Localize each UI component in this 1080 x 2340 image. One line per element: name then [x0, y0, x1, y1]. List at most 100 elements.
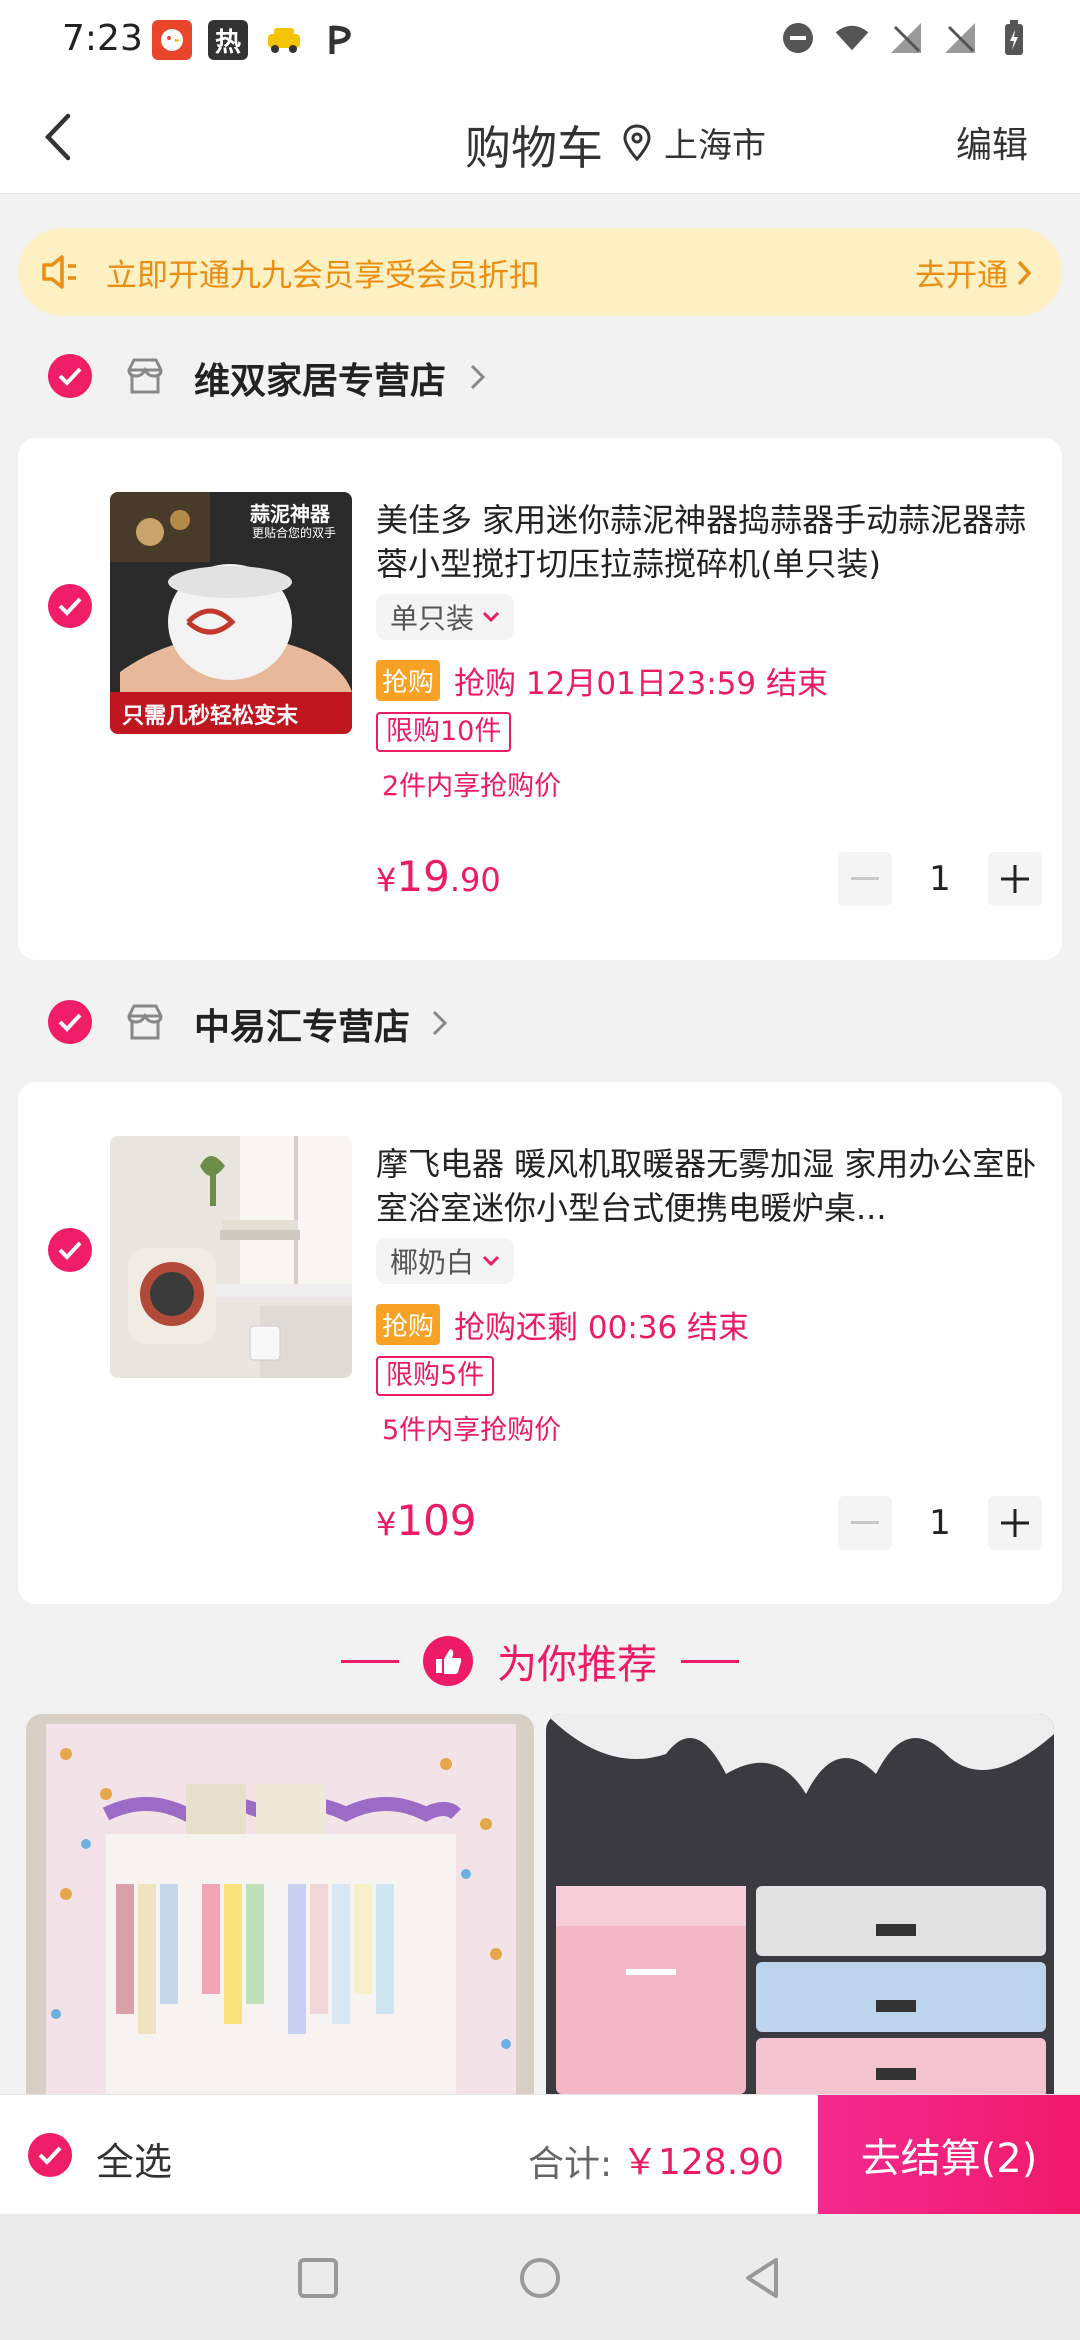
shop-header[interactable]: 中易汇专营店 — [0, 982, 1080, 1062]
speaker-icon — [42, 255, 76, 289]
page-title: 购物车 — [465, 121, 603, 175]
chevron-right-icon — [470, 364, 486, 390]
hot-app-icon: 热 — [208, 20, 248, 60]
shop-checkbox[interactable] — [48, 1000, 92, 1044]
price-currency: ¥ — [376, 861, 397, 899]
app-notification-icon — [152, 20, 192, 60]
discount-hint: 2件内享抢购价 — [382, 771, 562, 802]
store-icon — [127, 358, 163, 394]
quantity-value[interactable]: 1 — [892, 859, 988, 899]
divider-left — [341, 1659, 399, 1663]
member-banner-text: 立即开通九九会员享受会员折扣 — [106, 258, 540, 294]
shop-name[interactable]: 维双家居专营店 — [194, 352, 446, 404]
minus-icon — [851, 1521, 879, 1524]
flash-sale-text: 抢购还剩 00:36 结束 — [454, 1310, 750, 1346]
status-system-icons — [780, 20, 1032, 56]
price-integer: 109 — [396, 1496, 477, 1545]
chevron-right-icon — [1017, 260, 1032, 285]
recommend-title: 为你推荐 — [497, 1642, 657, 1688]
plus-icon — [1001, 1509, 1029, 1537]
shop-name[interactable]: 中易汇专营店 — [194, 998, 410, 1050]
system-nav-bar — [0, 2214, 1080, 2340]
select-all-label[interactable]: 全选 — [96, 2131, 172, 2186]
edit-button[interactable]: 编辑 — [956, 116, 1028, 168]
recommended-product-wardrobe-image[interactable] — [26, 1714, 534, 2094]
image-caption-title: 蒜泥神器 — [250, 502, 330, 526]
p-app-icon — [320, 20, 360, 60]
variant-selector[interactable]: 单只装 — [376, 594, 515, 640]
product-image[interactable]: 蒜泥神器 更贴合您的双手 只需几秒轻松变末 — [110, 492, 352, 734]
flash-sale-row: 抢购 抢购还剩 00:36 结束 — [376, 1302, 749, 1347]
cart-item-card: 蒜泥神器 更贴合您的双手 只需几秒轻松变末 美佳多 家用迷你蒜泥神器捣蒜器手动蒜… — [18, 438, 1062, 960]
store-icon — [127, 1004, 163, 1040]
purchase-limit-badge: 限购5件 — [376, 1356, 495, 1396]
flash-sale-text: 抢购 12月01日23:59 结束 — [454, 666, 828, 702]
decrease-button[interactable] — [838, 1496, 892, 1550]
recommended-product-storage-box-image[interactable] — [546, 1714, 1054, 2094]
divider-right — [681, 1659, 739, 1663]
back-arrow-icon[interactable] — [38, 110, 86, 164]
increase-button[interactable] — [988, 1496, 1042, 1550]
status-bar: 7:23 热 — [0, 0, 1080, 80]
location-label: 上海市 — [664, 126, 766, 166]
status-app-icons: 热 — [152, 20, 360, 60]
back-nav-icon[interactable] — [740, 2256, 784, 2300]
quantity-stepper: 1 — [838, 1496, 1042, 1550]
quantity-stepper: 1 — [838, 852, 1042, 906]
status-time: 7:23 — [62, 18, 143, 59]
activate-member-label: 去开通 — [915, 258, 1008, 294]
cart-item-card: 摩飞电器 暖风机取暖器无雾加湿 家用办公室卧室浴室迷你小型台式便携电暖炉桌...… — [18, 1082, 1062, 1604]
price-decimal: .90 — [449, 861, 501, 899]
plus-icon — [1001, 865, 1029, 893]
check-icon — [58, 597, 82, 616]
item-price: ¥109 — [376, 1496, 477, 1545]
checkout-button[interactable]: 去结算(2) — [818, 2095, 1080, 2215]
dnd-icon — [780, 20, 816, 56]
image-caption-sub: 更贴合您的双手 — [252, 526, 337, 540]
flash-sale-tag: 抢购 — [376, 660, 441, 701]
product-image[interactable] — [110, 1136, 352, 1378]
flash-sale-row: 抢购 抢购 12月01日23:59 结束 — [376, 658, 828, 703]
member-banner[interactable]: 立即开通九九会员享受会员折扣 去开通 — [18, 228, 1062, 316]
battery-icon — [996, 20, 1032, 56]
price-currency: ¥ — [376, 1505, 397, 1543]
product-title[interactable]: 美佳多 家用迷你蒜泥神器捣蒜器手动蒜泥器蒜蓉小型搅打切压拉蒜搅碎机(单只装) — [376, 498, 1056, 586]
home-icon[interactable] — [518, 2256, 562, 2300]
purchase-limit-badge: 限购10件 — [376, 712, 512, 752]
check-icon — [58, 1241, 82, 1260]
location-selector[interactable]: 上海市 — [622, 118, 766, 167]
variant-label: 椰奶白 — [390, 1246, 475, 1279]
wifi-icon — [834, 20, 870, 56]
location-pin-icon — [623, 123, 651, 161]
price-integer: 19 — [396, 852, 450, 901]
recent-apps-icon[interactable] — [296, 2256, 340, 2300]
select-all-checkbox[interactable] — [28, 2133, 72, 2177]
check-icon — [38, 2146, 62, 2165]
total-label: 合计: — [528, 2144, 613, 2185]
header: 购物车 上海市 编辑 — [0, 80, 1080, 194]
signal-2-icon — [942, 20, 978, 56]
chevron-down-icon — [482, 611, 500, 623]
minus-icon — [851, 877, 879, 880]
product-title[interactable]: 摩飞电器 暖风机取暖器无雾加湿 家用办公室卧室浴室迷你小型台式便携电暖炉桌... — [376, 1142, 1056, 1230]
item-checkbox[interactable] — [48, 1228, 92, 1272]
chevron-right-icon — [432, 1010, 448, 1036]
quantity-value[interactable]: 1 — [892, 1503, 988, 1543]
variant-selector[interactable]: 椰奶白 — [376, 1238, 515, 1284]
shop-checkbox[interactable] — [48, 354, 92, 398]
image-caption-bottom: 只需几秒轻松变末 — [122, 704, 299, 729]
decrease-button[interactable] — [838, 852, 892, 906]
checkout-bar: 全选 合计: ￥128.90 去结算(2) — [0, 2094, 1080, 2215]
recommend-header: 为你推荐 — [0, 1606, 1080, 1716]
flash-sale-tag: 抢购 — [376, 1304, 441, 1345]
variant-label: 单只装 — [390, 602, 475, 635]
shop-header[interactable]: 维双家居专营店 — [0, 336, 1080, 416]
item-price: ¥19.90 — [376, 852, 501, 901]
taxi-app-icon — [264, 20, 304, 60]
check-icon — [58, 367, 82, 386]
activate-member-link[interactable]: 去开通 — [915, 250, 1032, 295]
item-checkbox[interactable] — [48, 584, 92, 628]
thumbs-up-icon — [423, 1636, 473, 1686]
chevron-down-icon — [482, 1255, 500, 1267]
increase-button[interactable] — [988, 852, 1042, 906]
